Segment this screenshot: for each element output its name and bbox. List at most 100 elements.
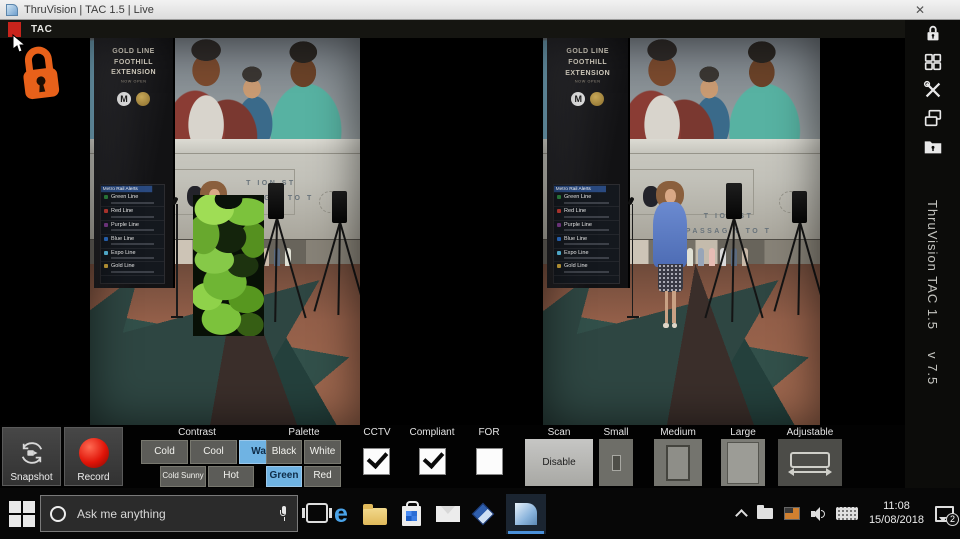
cortana-search-box[interactable] — [40, 495, 298, 532]
layers-copy-icon[interactable] — [922, 107, 944, 129]
for-checkbox[interactable] — [476, 448, 503, 475]
scan-size-adjustable-button[interactable] — [778, 439, 842, 486]
scan-size-large-button[interactable] — [721, 439, 765, 486]
metro-line-row: Green Line — [101, 193, 165, 207]
time: 11:08 — [869, 500, 924, 514]
maps-icon[interactable] — [472, 503, 495, 526]
date: 15/08/2018 — [869, 514, 924, 528]
close-icon[interactable]: ✕ — [908, 2, 932, 18]
clock[interactable]: 11:08 15/08/2018 — [869, 500, 924, 528]
snapshot-button[interactable]: Snapshot — [2, 427, 61, 486]
gold-line-sign: GOLD LINE FOOTHILL EXTENSION NOW OPEN M — [99, 47, 169, 107]
contrast-header: Contrast — [138, 427, 256, 438]
compliant-label: Compliant — [398, 427, 466, 438]
medium-header: Medium — [652, 427, 704, 438]
metro-logo: M — [571, 92, 585, 106]
microphone-icon[interactable] — [280, 506, 288, 521]
notification-badge: 2 — [946, 513, 959, 526]
speaker-tripod — [325, 191, 355, 315]
metro-kiosk: GOLD LINE FOOTHILL EXTENSION NOW OPEN M … — [94, 38, 175, 288]
windows-taskbar: e 11:08 15/08/2018 2 — [0, 488, 960, 539]
grid-view-icon[interactable] — [922, 51, 944, 73]
mouse-cursor — [12, 34, 26, 59]
cctv-checkbox[interactable] — [363, 448, 390, 475]
settings-tools-icon[interactable] — [922, 79, 944, 101]
contrast-cold-button[interactable]: Cold — [141, 440, 188, 464]
title-bar: ThruVision | TAC 1.5 | Live ✕ — [0, 0, 960, 20]
thruvision-taskbar-icon[interactable] — [506, 494, 546, 534]
scan-size-small-button[interactable] — [599, 439, 633, 486]
microphone-stand — [176, 204, 178, 316]
gold-seal — [590, 92, 604, 106]
speaker-tripod — [260, 183, 292, 322]
large-rect-icon — [727, 442, 759, 484]
contrast-cold-sunny-button[interactable]: Cold Sunny — [160, 466, 206, 487]
tac-label: TAC — [31, 24, 52, 35]
metro-line-row: Blue Line — [554, 235, 619, 249]
metro-alerts-screen: Metro Rail Alerts Green Line Red Line Pu… — [553, 184, 620, 284]
metro-line-row: Expo Line — [554, 249, 619, 263]
control-toolbar: Snapshot Record Contrast Cold Cool Warm … — [0, 425, 905, 488]
contrast-hot-button[interactable]: Hot — [208, 466, 254, 487]
file-explorer-icon[interactable] — [363, 508, 387, 525]
tac-status-bar: TAC — [0, 20, 960, 38]
keyboard-icon[interactable] — [836, 507, 858, 520]
palette-green-button[interactable]: Green — [266, 466, 302, 487]
metro-line-row: Gold Line — [101, 262, 165, 276]
chevron-up-icon[interactable] — [735, 509, 748, 522]
palette-black-button[interactable]: Black — [266, 440, 302, 464]
cctv-label: CCTV — [356, 427, 398, 438]
metro-line-row: Red Line — [101, 207, 165, 221]
large-header: Large — [719, 427, 767, 438]
palette-white-button[interactable]: White — [304, 440, 341, 464]
search-input[interactable] — [75, 506, 271, 522]
scan-size-medium-button[interactable] — [654, 439, 702, 486]
adjustable-header: Adjustable — [776, 427, 844, 438]
system-tray: 11:08 15/08/2018 2 — [737, 488, 954, 539]
start-button[interactable] — [9, 501, 35, 527]
volume-icon[interactable] — [811, 507, 825, 521]
small-rect-icon — [612, 455, 621, 471]
compliant-checkbox[interactable] — [419, 448, 446, 475]
microphone-stand — [632, 204, 634, 316]
action-center-icon[interactable]: 2 — [935, 506, 954, 522]
video-feed-tac-thermal: T ION ST PASSAG Y TO T GOLD LINE FOOTHIL… — [90, 38, 360, 425]
contrast-cool-button[interactable]: Cool — [190, 440, 237, 464]
mail-icon[interactable] — [436, 506, 460, 522]
edge-browser-icon[interactable]: e — [334, 502, 348, 527]
person-subject — [650, 181, 692, 344]
snapshot-camera-icon — [17, 440, 47, 469]
metro-logo: M — [117, 92, 131, 106]
metro-line-row: Blue Line — [101, 235, 165, 249]
speaker-tripod — [784, 191, 814, 315]
gold-seal — [136, 92, 150, 106]
speaker-tripod — [718, 183, 751, 322]
metro-line-row: Red Line — [554, 207, 619, 221]
medium-rect-icon — [666, 445, 690, 481]
tray-folder-icon[interactable] — [757, 508, 773, 519]
record-red-dot-icon — [79, 438, 109, 468]
microsoft-store-icon[interactable] — [402, 506, 421, 526]
adjustable-width-arrow-icon — [793, 471, 827, 473]
for-label: FOR — [468, 427, 510, 438]
metro-line-row: Green Line — [554, 193, 619, 207]
metro-line-row: Purple Line — [554, 221, 619, 235]
task-view-icon[interactable] — [306, 503, 328, 523]
lock-icon[interactable] — [922, 23, 944, 45]
tray-display-icon[interactable] — [784, 507, 800, 520]
sidebar-vertical-title: ThruVision TAC 1.5v 7.5 — [925, 200, 940, 385]
small-header: Small — [597, 427, 635, 438]
window-title: ThruVision | TAC 1.5 | Live — [24, 4, 154, 16]
scan-disable-button[interactable]: Disable — [525, 439, 593, 486]
active-app-indicator — [508, 531, 544, 534]
record-button[interactable]: Record — [64, 427, 123, 486]
cortana-icon — [50, 506, 66, 522]
secure-folder-icon[interactable] — [922, 135, 944, 157]
palette-header: Palette — [266, 427, 342, 438]
palette-red-button[interactable]: Red — [304, 466, 341, 487]
video-feed-cctv: T ION ST PASSAG Y TO T GOLD LINE FOOTHIL… — [543, 38, 820, 425]
metro-line-row: Gold Line — [554, 262, 619, 276]
tool-sidebar: ThruVision TAC 1.5v 7.5 — [905, 20, 960, 488]
metro-alerts-screen: Metro Rail Alerts Green Line Red Line Pu… — [100, 184, 166, 284]
scan-header: Scan — [525, 427, 593, 438]
